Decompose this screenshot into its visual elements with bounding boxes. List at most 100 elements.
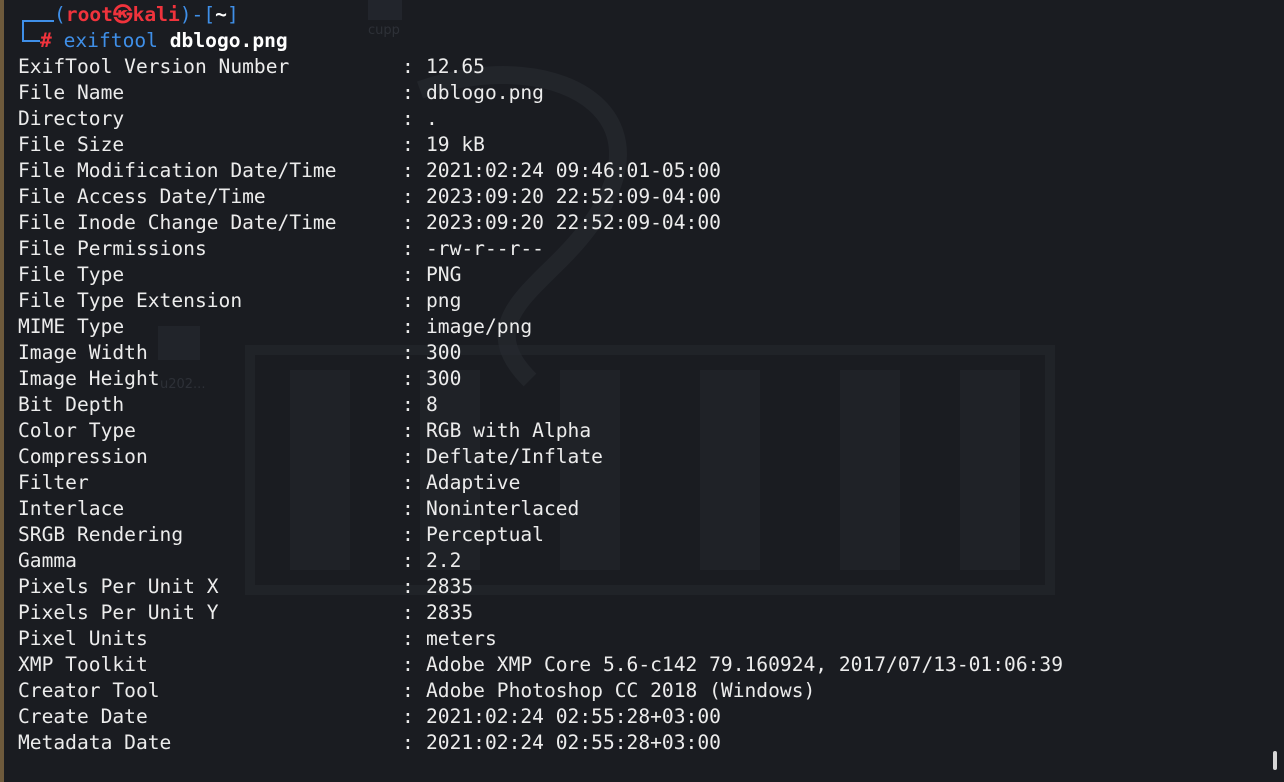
prompt-close-bracket: ] [226,3,239,26]
output-value: 2023:09:20 22:52:09-04:00 [426,185,721,208]
prompt-line-1: (root㉿kali)-[~] [54,2,239,28]
output-row: Directory:. [18,106,438,132]
output-separator: : [402,237,414,260]
output-key: Image Height [18,367,160,390]
output-separator: : [402,341,414,364]
output-row: MIME Type: image/png [18,314,532,340]
prompt-at-symbol: ㉿ [112,3,133,26]
output-row: Pixels Per Unit X:2835 [18,574,473,600]
output-key: Directory [18,107,125,130]
output-key: Pixel Units [18,627,148,650]
output-value: 2021:02:24 09:46:01-05:00 [426,159,721,182]
command-name: exiftool [63,29,158,52]
desktop-folder-label: cupp [368,23,400,38]
output-separator: : [402,653,414,676]
output-key: File Access Date/Time [18,185,266,208]
output-separator: : [402,81,414,104]
output-key: Color Type [18,419,136,442]
output-value: Adobe Photoshop CC 2018 (Windows) [426,679,816,702]
output-value: 2023:09:20 22:52:09-04:00 [426,211,721,234]
output-row: File Access Date/Time:2023:09:20 22:52:0… [18,184,721,210]
output-value: -rw-r--r-- [426,237,544,260]
output-row: ExifTool Version Number:12.65 [18,54,485,80]
output-row: Create Date:2021:02:24 02:55:28+03:00 [18,704,721,730]
output-key: XMP Toolkit [18,653,148,676]
window-edge [0,0,4,782]
output-row: Image Height:300 [18,366,461,392]
output-row: File Type: PNG [18,262,461,288]
output-row: Pixels Per Unit Y:2835 [18,600,473,626]
output-separator: : [402,263,414,286]
desktop-folder-icon [368,0,402,20]
output-row: File Name: dblogo.png [18,80,544,106]
output-row: File Permissions: -rw-r--r-- [18,236,544,262]
output-key: Interlace [18,497,125,520]
prompt-close-dash: )-[ [179,3,216,26]
output-key: File Size [18,133,125,156]
output-key: Pixels Per Unit X [18,575,219,598]
output-key: Filter [18,471,89,494]
output-separator: : [402,575,414,598]
output-value: dblogo.png [426,81,544,104]
prompt-user: root [65,3,113,26]
output-value: 2835 [426,601,474,624]
output-key: File Modification Date/Time [18,159,337,182]
output-row: Interlace: Noninterlaced [18,496,579,522]
output-key: Pixels Per Unit Y [18,601,219,624]
output-separator: : [402,419,414,442]
output-separator: : [402,731,414,754]
output-separator: : [402,523,414,546]
output-value: Noninterlaced [426,497,580,520]
prompt-open-paren: ( [54,3,66,26]
output-separator: : [402,393,414,416]
output-value: meters [426,627,497,650]
output-value: 2.2 [426,549,462,572]
output-value: 300 [426,341,462,364]
output-row: SRGB Rendering: Perceptual [18,522,544,548]
prompt-line-2: # exiftool dblogo.png [40,28,288,54]
output-value: 8 [426,393,438,416]
output-separator: : [402,55,414,78]
output-row: Gamma:2.2 [18,548,461,574]
output-key: Compression [18,445,148,468]
command-argument: dblogo.png [169,29,288,52]
output-row: Filter: Adaptive [18,470,520,496]
output-separator: : [402,367,414,390]
output-key: File Name [18,81,125,104]
output-separator: : [402,133,414,156]
terminal-window[interactable]: cupp u202... (root㉿kali)-[~] # exiftool … [0,0,1284,782]
output-separator: : [402,679,414,702]
output-value: 2021:02:24 02:55:28+03:00 [426,705,721,728]
output-value: 2021:02:24 02:55:28+03:00 [426,731,721,754]
output-row: Pixel Units: meters [18,626,497,652]
output-row: Bit Depth:8 [18,392,438,418]
output-key: SRGB Rendering [18,523,184,546]
output-key: ExifTool Version Number [18,55,290,78]
output-separator: : [402,471,414,494]
output-value: Perceptual [426,523,544,546]
output-row: File Inode Change Date/Time:2023:09:20 2… [18,210,721,236]
output-value: . [426,107,438,130]
output-key: File Type [18,263,125,286]
prompt-hash: # [40,29,52,52]
output-value: 12.65 [426,55,485,78]
output-row: Metadata Date:2021:02:24 02:55:28+03:00 [18,730,721,756]
output-value: 300 [426,367,462,390]
output-row: Creator Tool: Adobe Photoshop CC 2018 (Wi… [18,678,815,704]
output-value: 2835 [426,575,474,598]
output-row: Image Width:300 [18,340,461,366]
output-value: Deflate/Inflate [426,445,603,468]
output-separator: : [402,107,414,130]
output-value: PNG [426,263,462,286]
scrollbar-thumb[interactable] [1273,751,1277,770]
output-key: Image Width [18,341,148,364]
output-value: image/png [426,315,533,338]
output-row: Color Type: RGB with Alpha [18,418,591,444]
output-value: 19 kB [426,133,485,156]
output-separator: : [402,211,414,234]
output-separator: : [402,601,414,624]
output-separator: : [402,445,414,468]
output-row: XMP Toolkit: Adobe XMP Core 5.6-c142 79.1… [18,652,1063,678]
output-value: png [426,289,462,312]
prompt-host: kali [132,3,180,26]
